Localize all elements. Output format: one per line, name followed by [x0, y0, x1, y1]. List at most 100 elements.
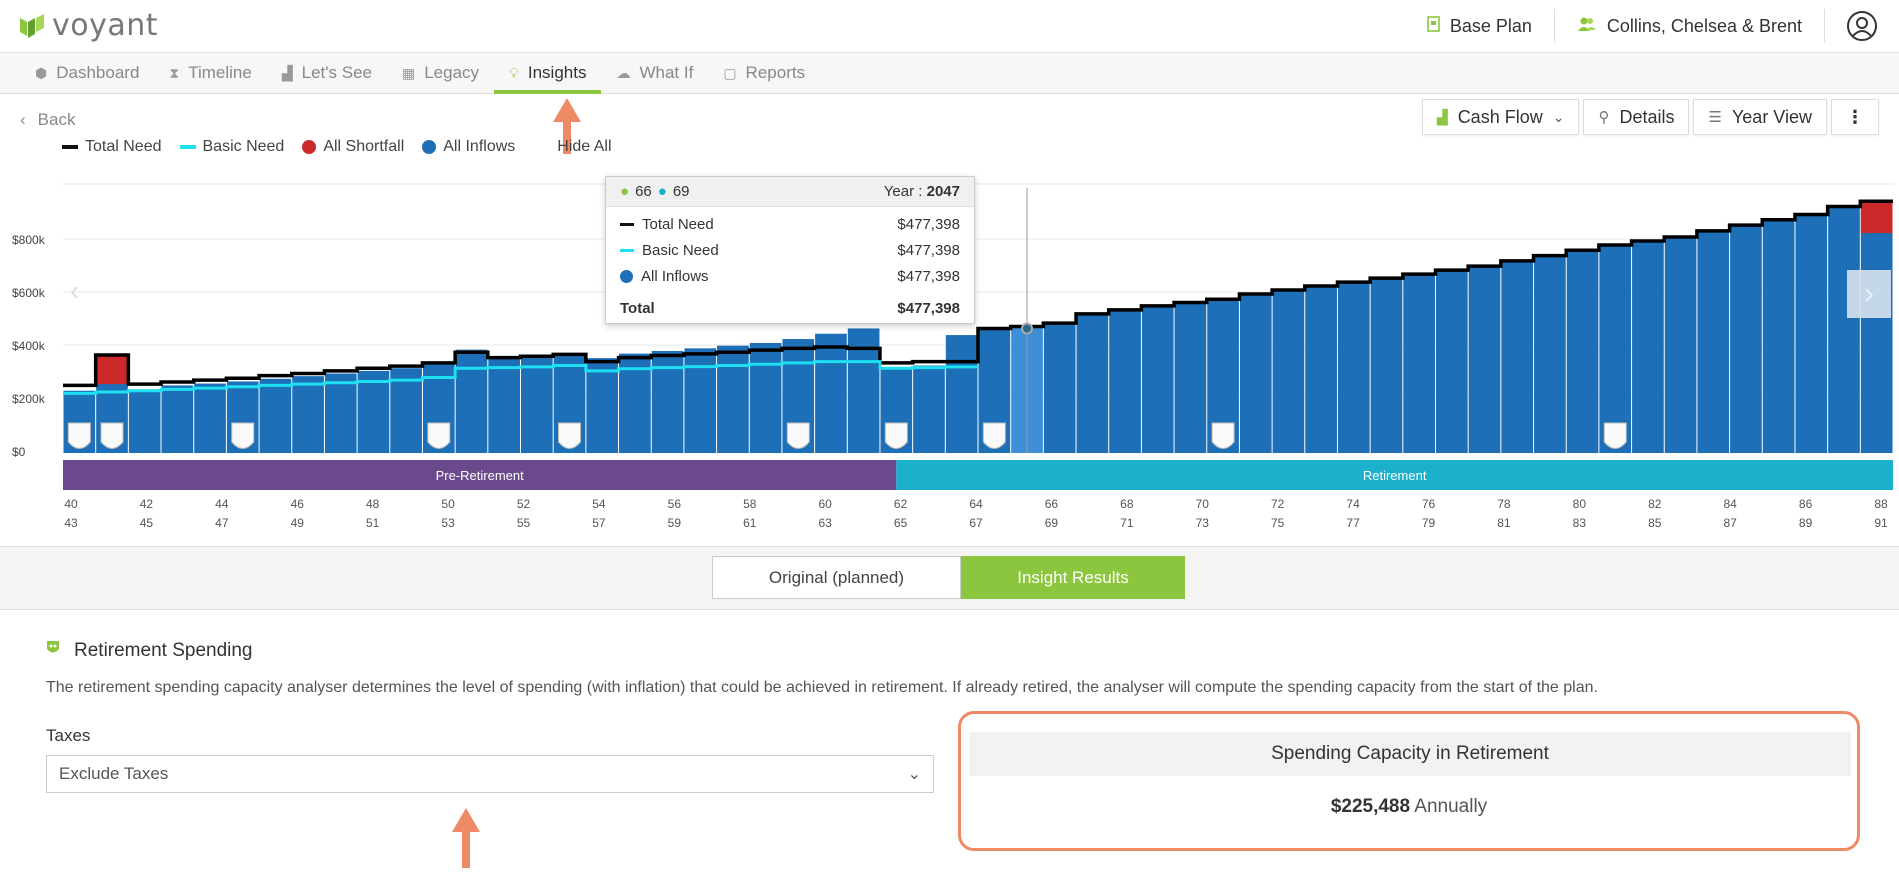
- logo[interactable]: voyant: [18, 8, 158, 43]
- inflow-bar: [1109, 309, 1141, 453]
- x-tick-age-2: 79: [1422, 516, 1436, 530]
- y-tick-label: $200k: [12, 392, 46, 406]
- inflow-bar: [1043, 323, 1076, 453]
- x-tick-age-2: 43: [64, 516, 78, 530]
- year-view-button[interactable]: ☰ Year View: [1693, 99, 1827, 135]
- inflow-bar: [717, 345, 749, 453]
- tab-label: What If: [639, 63, 694, 82]
- x-tick-age-1: 62: [894, 497, 908, 511]
- taxes-select[interactable]: Exclude Taxes ⌄: [46, 755, 934, 793]
- tooltip-row-value: $477,398: [897, 215, 960, 233]
- line-swatch-icon: [620, 222, 634, 226]
- x-tick-age-2: 59: [668, 516, 682, 530]
- profile-menu[interactable]: [1825, 9, 1899, 43]
- tab-insights[interactable]: 💡︎ Insights: [494, 53, 602, 94]
- chevron-right-icon[interactable]: ›: [1847, 270, 1891, 318]
- x-tick-age-1: 78: [1497, 497, 1511, 511]
- brain-icon: ☁: [616, 64, 631, 81]
- tab-label: Reports: [745, 63, 806, 82]
- inflow-bar: [1076, 313, 1109, 453]
- phase-label: Retirement: [1363, 468, 1427, 483]
- x-tick-age-2: 55: [517, 516, 531, 530]
- client-label: Collins, Chelsea & Brent: [1606, 15, 1802, 36]
- tab-legacy[interactable]: ▦ Legacy: [387, 53, 494, 93]
- inflow-bar: [194, 383, 226, 453]
- inflow-bar: [1860, 201, 1893, 453]
- x-tick-age-2: 49: [291, 516, 305, 530]
- inflow-bar: [684, 348, 717, 453]
- insight-results-button[interactable]: Insight Results: [961, 556, 1185, 599]
- details-label: Details: [1619, 106, 1675, 127]
- dot-swatch-icon: [302, 140, 317, 154]
- chart-legend: Total Need Basic Need All Shortfall All …: [62, 138, 612, 156]
- client-selector[interactable]: Collins, Chelsea & Brent: [1555, 9, 1825, 43]
- x-tick-age-2: 63: [818, 516, 832, 530]
- year-view-label: Year View: [1731, 106, 1812, 127]
- section-title: Retirement Spending: [74, 640, 253, 661]
- chevron-left-icon[interactable]: ‹: [70, 275, 79, 307]
- tab-dashboard[interactable]: ⬢ Dashboard: [20, 53, 154, 93]
- taxes-select-value: Exclude Taxes: [59, 764, 169, 783]
- tooltip-year-label: Year :: [883, 183, 923, 200]
- x-tick-age-2: 91: [1874, 516, 1888, 530]
- x-tick-age-2: 83: [1573, 516, 1587, 530]
- x-tick-age-2: 85: [1648, 516, 1662, 530]
- tab-timeline[interactable]: ⧗ Timeline: [154, 53, 266, 93]
- dot-swatch-icon: [620, 269, 633, 283]
- shortfall-bar: [1860, 201, 1893, 234]
- more-options-button[interactable]: ⋮: [1831, 99, 1879, 135]
- x-tick-age-2: 67: [969, 516, 983, 530]
- x-tick-age-1: 46: [291, 497, 305, 511]
- inflow-bar: [455, 349, 488, 453]
- inflow-bar: [1141, 305, 1174, 453]
- original-planned-button[interactable]: Original (planned): [712, 556, 961, 599]
- legend-item-total-need[interactable]: Total Need: [62, 138, 162, 156]
- x-tick-age-1: 76: [1422, 497, 1436, 511]
- capacity-period: Annually: [1414, 796, 1488, 817]
- plan-selector[interactable]: Base Plan: [1405, 9, 1555, 43]
- capacity-amount: $225,488: [1330, 796, 1411, 817]
- list-icon: ☰: [1708, 109, 1722, 126]
- tab-reports[interactable]: ▢ Reports: [708, 53, 820, 93]
- legend-item-all-inflows[interactable]: All Inflows: [422, 138, 515, 156]
- x-tick-age-1: 48: [366, 497, 380, 511]
- tooltip-total-row: Total $477,398: [606, 295, 974, 321]
- tab-what-if[interactable]: ☁ What If: [601, 53, 708, 93]
- x-tick-age-2: 51: [366, 516, 380, 530]
- main-nav: ⬢ Dashboard ⧗ Timeline ▟ Let's See ▦ Leg…: [0, 53, 1899, 94]
- cash-flow-dropdown[interactable]: ▟ Cash Flow ⌄: [1421, 99, 1580, 135]
- tab-label: Insights: [527, 63, 587, 82]
- inflow-bar: [1632, 241, 1664, 453]
- results-toggle: Original (planned) Insight Results: [712, 556, 1185, 599]
- x-tick-age-1: 54: [592, 497, 606, 511]
- inflow-bar: [1501, 260, 1534, 453]
- y-tick-label: $600k: [12, 286, 46, 300]
- section-description: The retirement spending capacity analyse…: [46, 679, 1598, 696]
- phase-label: Pre-Retirement: [436, 468, 525, 483]
- tab-lets-see[interactable]: ▟ Let's See: [267, 53, 387, 93]
- legend-label: All Shortfall: [323, 138, 405, 155]
- x-tick-age-1: 64: [969, 497, 983, 511]
- lightbulb-icon: 💡︎: [509, 64, 519, 81]
- event-marker-icon: [231, 422, 255, 449]
- inflow-bar: [488, 358, 520, 453]
- inflow-bar: [1239, 294, 1272, 453]
- details-button[interactable]: ⚲ Details: [1583, 99, 1690, 135]
- inflow-bar: [1174, 302, 1207, 453]
- tab-label: Let's See: [301, 63, 372, 82]
- x-tick-age-2: 73: [1196, 516, 1210, 530]
- x-tick-age-1: 86: [1799, 497, 1813, 511]
- hide-all-link[interactable]: Hide All: [557, 138, 611, 156]
- legend-label: All Inflows: [443, 138, 516, 155]
- capacity-value: $225,488 Annually: [961, 796, 1857, 818]
- legend-item-basic-need[interactable]: Basic Need: [179, 138, 284, 156]
- inflow-bar: [1534, 255, 1566, 453]
- event-marker-icon: [884, 422, 908, 449]
- inflow-bar: [913, 365, 945, 453]
- person-icon: ●: [620, 183, 630, 200]
- x-tick-age-1: 56: [668, 497, 682, 511]
- tooltip-row: Basic Need $477,398: [606, 237, 974, 263]
- back-link[interactable]: ‹ Back: [20, 110, 75, 130]
- legend-item-all-shortfall[interactable]: All Shortfall: [302, 138, 404, 156]
- plan-label: Base Plan: [1449, 15, 1532, 36]
